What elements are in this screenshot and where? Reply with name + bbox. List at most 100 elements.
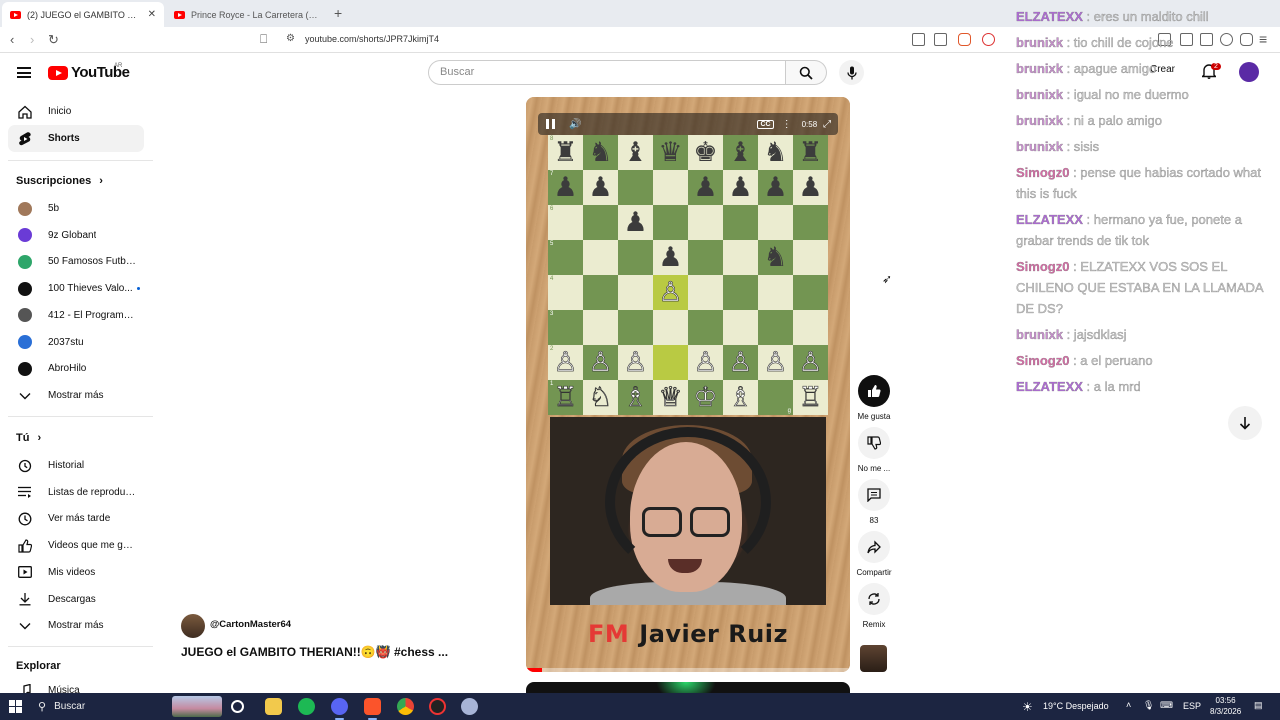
sidebar-item-history[interactable]: Historial bbox=[8, 452, 144, 479]
obs-icon[interactable] bbox=[429, 698, 446, 715]
rank-label: 8 bbox=[550, 136, 554, 142]
board-square: ♙ bbox=[793, 345, 828, 380]
sidebar-item-subscription[interactable]: 5b bbox=[8, 195, 144, 222]
sidebar-item-subscription[interactable]: 412 - El Programa ... bbox=[8, 302, 144, 329]
sidebar-item-home[interactable]: Inicio bbox=[8, 98, 144, 125]
brave-browser-icon[interactable] bbox=[364, 698, 381, 720]
show-more-subscriptions[interactable]: Mostrar más bbox=[8, 382, 144, 409]
chat-message: brunixk : apague amigo bbox=[1016, 58, 1278, 79]
short-title[interactable]: JUEGO el GAMBITO THERIAN!!🙃👹 #chess ... bbox=[181, 645, 448, 659]
rank-label: 1 bbox=[550, 381, 554, 387]
board-square: ♟ bbox=[758, 170, 793, 205]
black-pawn-icon: ♟ bbox=[798, 172, 823, 203]
progress-fill bbox=[526, 668, 543, 672]
sidebar-item-subscription[interactable]: 9z Globant bbox=[8, 222, 144, 249]
more-options-icon[interactable]: ⋮ bbox=[782, 119, 792, 130]
taskbar-search-label: Buscar bbox=[54, 701, 86, 712]
site-info-icon[interactable]: ⚙ bbox=[286, 33, 295, 44]
weather-text[interactable]: 19°C Despejado bbox=[1043, 701, 1109, 711]
close-tab-icon[interactable]: ✕ bbox=[148, 9, 156, 20]
board-square: 4 bbox=[548, 275, 583, 310]
sound-thumbnail[interactable] bbox=[860, 645, 887, 672]
url-field[interactable]: youtube.com/shorts/JPR7JkimjT4 bbox=[305, 34, 439, 44]
sidebar-item-downloads[interactable]: Descargas bbox=[8, 586, 144, 613]
channel-avatar bbox=[8, 254, 42, 269]
board-square bbox=[723, 205, 758, 240]
fullscreen-icon[interactable]: ⤢ bbox=[823, 119, 831, 130]
board-square: 8 ♜ bbox=[548, 135, 583, 170]
channel-avatar[interactable] bbox=[181, 614, 205, 638]
chrome-icon[interactable] bbox=[397, 698, 414, 715]
sidebar-item-liked-videos[interactable]: Videos que me gus... bbox=[8, 532, 144, 559]
search-icon bbox=[799, 66, 813, 80]
black-bishop-icon: ♝ bbox=[623, 137, 648, 168]
reload-icon[interactable]: ↻ bbox=[48, 32, 59, 48]
brave-rewards-icon[interactable] bbox=[982, 33, 995, 46]
spotify-icon[interactable] bbox=[298, 698, 315, 715]
search-button[interactable] bbox=[786, 60, 827, 85]
sidebar-item-watch-later[interactable]: Ver más tarde bbox=[8, 505, 144, 532]
remix-button[interactable] bbox=[858, 583, 890, 615]
sidebar-item-shorts[interactable]: Shorts bbox=[8, 125, 144, 152]
cast-icon[interactable] bbox=[912, 33, 925, 46]
search-input[interactable]: Buscar bbox=[428, 60, 786, 85]
you-header[interactable]: Tú › bbox=[16, 432, 41, 444]
microphone-tray-icon[interactable]: 🎙 bbox=[1143, 700, 1154, 711]
file-explorer-icon[interactable] bbox=[265, 698, 282, 715]
windows-start-icon[interactable] bbox=[9, 700, 22, 713]
comments-button[interactable] bbox=[858, 479, 890, 511]
sidebar-item-playlists[interactable]: Listas de reproducc... bbox=[8, 479, 144, 506]
guide-menu-icon[interactable] bbox=[17, 67, 31, 78]
sidebar-item-label: Mostrar más bbox=[48, 390, 104, 401]
short-video-player[interactable]: 8 ♜ ♞ ♝ ♛ ♚ ♝ ♞ ♜ 7 ♟ ♟ ♟ ♟ ♟ ♟ 6 ♟ 5 ♟ ♞ 4 ♙ 3 2 ♙ ♙ ♙ ♙ ♙ ♙ ♙ 1 ♖ ♘ ♗ ♕ ♔ ♗ g… bbox=[526, 97, 850, 672]
like-button[interactable] bbox=[858, 375, 890, 407]
language-indicator[interactable]: ESP bbox=[1183, 701, 1201, 711]
subscriptions-header[interactable]: Suscripciones › bbox=[16, 175, 103, 187]
sidebar-item-subscription[interactable]: 100 Thieves Valo... bbox=[8, 275, 144, 302]
browser-tab[interactable]: Prince Royce - La Carretera (Official V bbox=[166, 2, 328, 27]
brave-shield-icon[interactable] bbox=[958, 33, 971, 46]
channel-name[interactable]: @CartonMaster64 bbox=[210, 619, 291, 630]
pause-button[interactable] bbox=[546, 117, 555, 131]
share-page-icon[interactable] bbox=[934, 33, 947, 46]
show-more-you[interactable]: Mostrar más bbox=[8, 612, 144, 639]
board-square: ♗ bbox=[618, 380, 653, 415]
back-icon[interactable]: ‹ bbox=[10, 32, 14, 47]
explore-header[interactable]: Explorar bbox=[16, 660, 61, 672]
sidebar-item-subscription[interactable]: AbroHilo bbox=[8, 355, 144, 382]
taskbar-clock[interactable]: 03:56 8/3/2026 bbox=[1210, 695, 1241, 717]
dislike-button[interactable] bbox=[858, 427, 890, 459]
sidebar-item-label: Listas de reproducc... bbox=[48, 486, 136, 498]
board-square: ♙ bbox=[653, 275, 688, 310]
sidebar-item-subscription[interactable]: 50 Famosos Futbol... bbox=[8, 248, 144, 275]
board-square bbox=[758, 310, 793, 345]
board-square: ♚ bbox=[688, 135, 723, 170]
new-tab-icon[interactable]: + bbox=[334, 5, 342, 21]
share-button[interactable] bbox=[858, 531, 890, 563]
white-queen-icon: ♕ bbox=[658, 382, 683, 413]
tray-chevron-icon[interactable]: ˄ bbox=[1126, 700, 1131, 710]
bookmark-icon[interactable]: ⎕ bbox=[260, 32, 267, 47]
board-square: ♙ bbox=[618, 345, 653, 380]
volume-icon[interactable]: 🔊 bbox=[569, 119, 581, 130]
scroll-down-button[interactable] bbox=[1228, 406, 1262, 440]
notifications-tray-icon[interactable]: ▤ bbox=[1254, 700, 1263, 711]
captions-button[interactable]: CC bbox=[757, 119, 774, 129]
app-icon[interactable] bbox=[461, 698, 478, 715]
forward-icon[interactable]: › bbox=[30, 32, 34, 47]
voice-search-button[interactable] bbox=[839, 60, 864, 85]
dislike-label: No me ... bbox=[857, 464, 891, 473]
keyboard-icon[interactable]: ⌨ bbox=[1160, 700, 1173, 711]
sidebar-item-my-videos[interactable]: Mis videos bbox=[8, 559, 144, 586]
progress-bar[interactable] bbox=[526, 668, 850, 672]
board-square bbox=[723, 275, 758, 310]
pause-icon bbox=[546, 119, 555, 129]
task-view-icon[interactable] bbox=[231, 700, 244, 713]
streamer-nameplate: FM Javier Ruiz bbox=[526, 609, 850, 659]
white-bishop-icon: ♗ bbox=[623, 382, 648, 413]
sidebar-item-subscription[interactable]: 2037stu bbox=[8, 329, 144, 356]
discord-icon[interactable] bbox=[331, 698, 348, 720]
browser-tab-active[interactable]: (2) JUEGO el GAMBITO THERI ✕ bbox=[2, 2, 164, 27]
chat-username: brunixk bbox=[1016, 139, 1063, 154]
chat-username: Simogz0 bbox=[1016, 353, 1070, 368]
